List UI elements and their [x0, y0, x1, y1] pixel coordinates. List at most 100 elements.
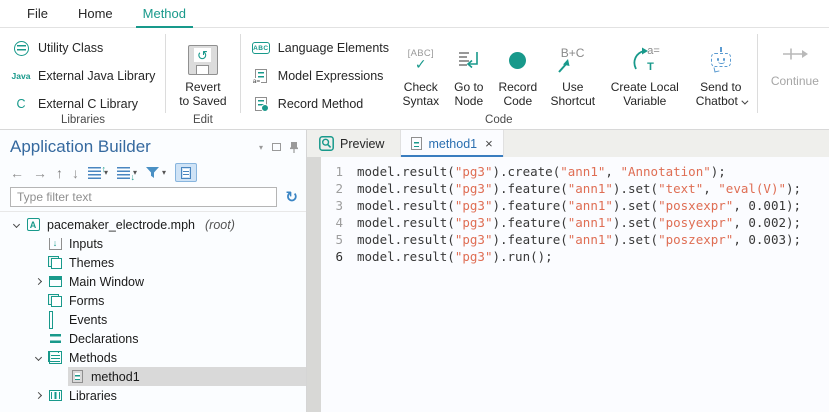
use-shortcut-icon: B+C [556, 40, 590, 80]
tree-item-content[interactable]: ↓Inputs [46, 234, 306, 253]
float-window-icon[interactable] [272, 143, 281, 151]
code-line-1[interactable]: 1model.result("pg3").create("ann1", "Ann… [321, 163, 829, 180]
tree-item-events[interactable]: Events [0, 310, 306, 329]
tree-item-label: Forms [69, 294, 104, 308]
chevron-expanded-icon[interactable] [8, 222, 24, 227]
move-up-icon[interactable]: ↑ [56, 166, 63, 180]
window-icon [47, 276, 63, 287]
forward-arrow-icon[interactable]: → [33, 166, 47, 180]
line-number: 5 [321, 231, 343, 248]
create-local-variable-icon: a=T [628, 40, 662, 80]
tree-item-content[interactable]: Declarations [46, 329, 306, 348]
record-code-icon [509, 40, 526, 80]
model-expressions-icon [252, 69, 270, 83]
chevron-collapsed-icon[interactable] [30, 279, 46, 284]
revert-to-saved-icon: ↺ [188, 40, 218, 80]
tree-item-label: Events [69, 313, 107, 327]
back-arrow-icon[interactable]: ← [10, 166, 24, 180]
tab-method[interactable]: Method [128, 0, 201, 27]
model-expressions-button[interactable]: Model Expressions [244, 62, 396, 90]
go-to-node-icon [457, 40, 481, 80]
edit-group-label: Edit [169, 114, 237, 126]
ribbon-separator [240, 34, 241, 113]
language-elements-button[interactable]: ABC Language Elements [244, 34, 396, 62]
app-icon: A [25, 218, 41, 231]
chevron-expanded-icon[interactable] [30, 355, 46, 360]
show-in-settings-toggle[interactable] [175, 163, 197, 182]
tree-item-declarations[interactable]: Declarations [0, 329, 306, 348]
tree-item-method1[interactable]: method1 [0, 367, 306, 386]
libraries-group-label: Libraries [4, 114, 162, 126]
preview-magnifier-icon [319, 136, 334, 151]
themes-icon [47, 256, 63, 269]
tree-item-content[interactable]: Methods [46, 348, 306, 367]
expand-all-button[interactable]: ↓ ▾ [117, 167, 137, 179]
code-text: model.result("pg3").feature("ann1").set(… [343, 214, 801, 231]
filter-input[interactable] [10, 187, 277, 207]
tab-preview[interactable]: Preview [309, 130, 394, 157]
move-down-icon[interactable]: ↓ [72, 166, 79, 180]
tree-item-methods[interactable]: Methods [0, 348, 306, 367]
ribbon-separator [165, 34, 166, 113]
refresh-icon[interactable]: ↻ [285, 190, 298, 205]
panel-menu-icon[interactable]: ▾ [259, 143, 263, 152]
ribbon-separator [757, 34, 758, 113]
code-text: model.result("pg3").create("ann1", "Anno… [343, 163, 726, 180]
chevron-collapsed-icon[interactable] [30, 393, 46, 398]
tab-method1[interactable]: method1 × [400, 130, 503, 157]
close-tab-icon[interactable]: × [485, 136, 493, 151]
line-number: 2 [321, 180, 343, 197]
tree-item-content[interactable]: Libraries [46, 386, 306, 405]
line-number: 6 [321, 248, 343, 265]
code-text: model.result("pg3").feature("ann1").set(… [343, 197, 801, 214]
filter-button[interactable]: ▾ [146, 167, 166, 179]
tree-item-content[interactable]: Themes [46, 253, 306, 272]
tree-item-suffix: (root) [205, 218, 235, 232]
tree-item-pacemaker-electrode-mph[interactable]: Apacemaker_electrode.mph(root) [0, 215, 306, 234]
tree-item-content[interactable]: Forms [46, 291, 306, 310]
expand-lines-icon: ↓ [117, 167, 130, 179]
utility-class-button[interactable]: Utility Class [4, 34, 162, 62]
tree-item-main-window[interactable]: Main Window [0, 272, 306, 291]
ribbon-group-edit: ↺ Revert to Saved Edit [169, 28, 237, 129]
code-group-label: Code [244, 114, 754, 126]
code-line-3[interactable]: 3model.result("pg3").feature("ann1").set… [321, 197, 829, 214]
check-syntax-icon: [ABC]✓ [408, 40, 434, 80]
tree-item-forms[interactable]: Forms [0, 291, 306, 310]
continue-button[interactable]: Continue [761, 28, 829, 129]
tree-item-themes[interactable]: Themes [0, 253, 306, 272]
caret-down-icon: ▾ [162, 168, 166, 177]
code-line-4[interactable]: 4model.result("pg3").feature("ann1").set… [321, 214, 829, 231]
method-doc-icon [69, 370, 85, 383]
breakpoint-margin[interactable] [307, 157, 321, 412]
tab-home[interactable]: Home [63, 0, 128, 27]
code-line-5[interactable]: 5model.result("pg3").feature("ann1").set… [321, 231, 829, 248]
ribbon-group-code: ABC Language Elements Model Expressions … [244, 28, 754, 129]
pin-icon[interactable] [290, 141, 298, 153]
tab-file[interactable]: File [12, 0, 63, 27]
tree-item-content[interactable]: method1 [68, 367, 306, 386]
tree-item-content[interactable]: Events [46, 310, 306, 329]
code-line-6[interactable]: 6model.result("pg3").run(); [321, 248, 829, 265]
code-line-2[interactable]: 2model.result("pg3").feature("ann1").set… [321, 180, 829, 197]
ribbon-group-libraries: Utility Class Java External Java Library… [4, 28, 162, 129]
chatbot-icon [709, 40, 733, 80]
code-area[interactable]: 1model.result("pg3").create("ann1", "Ann… [307, 157, 829, 412]
tree-item-label: Methods [69, 351, 117, 365]
code-lines[interactable]: 1model.result("pg3").create("ann1", "Ann… [321, 157, 829, 412]
tree-item-label: Main Window [69, 275, 144, 289]
collapse-all-button[interactable]: ↑ ▾ [88, 167, 108, 179]
abc-box-icon: ABC [252, 42, 270, 54]
java-icon: Java [12, 71, 30, 81]
revert-to-saved-button[interactable]: ↺ Revert to Saved [169, 34, 237, 108]
external-java-library-button[interactable]: Java External Java Library [4, 62, 162, 90]
code-text: model.result("pg3").run(); [343, 248, 553, 265]
tree-item-inputs[interactable]: ↓Inputs [0, 234, 306, 253]
method-doc-icon [411, 137, 422, 150]
tree-item-content[interactable]: Apacemaker_electrode.mph(root) [24, 215, 306, 234]
events-icon [47, 313, 63, 326]
tree-item-libraries[interactable]: Libraries [0, 386, 306, 405]
tree-item-label: Themes [69, 256, 114, 270]
comsol-application-builder-window: File Home Method Utility Class Java Exte… [0, 0, 829, 412]
tree-item-content[interactable]: Main Window [46, 272, 306, 291]
